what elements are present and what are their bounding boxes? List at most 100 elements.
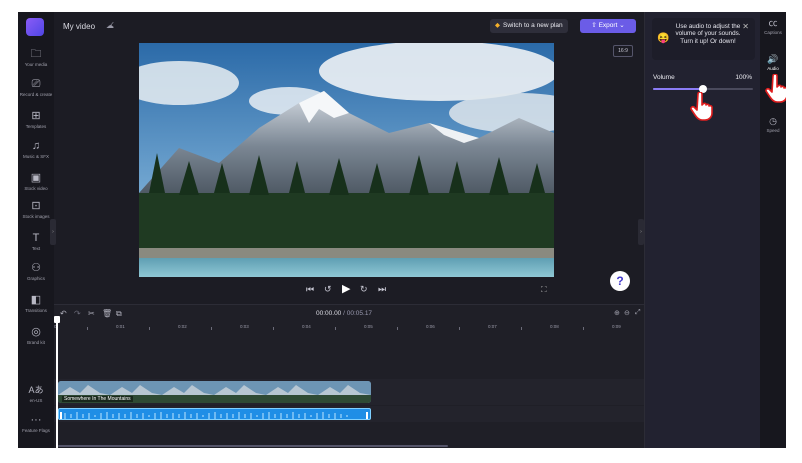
sidebar-item-record[interactable]: ⎚ Record & create — [18, 78, 54, 97]
tab-audio[interactable]: 🔊 Audio — [760, 54, 786, 71]
upload-icon: ⇧ — [591, 22, 597, 29]
skip-to-start-icon[interactable]: ⏮ — [306, 284, 314, 295]
tab-label: Speed — [766, 128, 780, 133]
ruler-tick-label: 0:05 — [364, 324, 373, 329]
music-icon: ♫ — [31, 140, 41, 152]
language-icon: Aあ — [28, 385, 44, 395]
sidebar-item-language[interactable]: Aあ en-US — [18, 384, 54, 403]
sidebar-item-graphics[interactable]: ⚇ Graphics — [18, 262, 54, 281]
templates-icon: ⊞ — [31, 110, 41, 122]
chevron-down-icon: ⌄ — [619, 22, 625, 29]
ruler-tick — [583, 327, 584, 330]
timeline: ↶ ↷ ✂ 🗑 ⧉ 00:00.00 / 00:05.17 ⊕ ⊖ ⤢ 0 0:… — [54, 304, 644, 448]
switch-plan-button[interactable]: ◆ Switch to a new plan — [490, 19, 568, 33]
sidebar-item-label: Feature Flags — [22, 428, 50, 433]
cloud-sync-off-icon: ☁̸ — [106, 21, 114, 30]
switch-plan-label: Switch to a new plan — [503, 22, 563, 29]
audio-tooltip: 😝 Use audio to adjust the volume of your… — [652, 18, 755, 60]
sidebar-item-label: en-US — [29, 398, 43, 403]
sidebar-item-label: Your media — [24, 62, 48, 67]
sidebar-item-label: Stock video — [24, 186, 48, 191]
ruler-tick-label: 0:06 — [426, 324, 435, 329]
ruler-tick — [397, 327, 398, 330]
sidebar-item-transitions[interactable]: ◧ Transitions — [18, 294, 54, 313]
stock-video-icon: ▣ — [30, 172, 42, 184]
sidebar-item-label: Templates — [25, 124, 47, 129]
ruler-tick — [459, 327, 460, 330]
audio-panel: 😝 Use audio to adjust the volume of your… — [644, 12, 760, 448]
zoom-in-icon[interactable]: ⊕ — [614, 309, 620, 317]
video-clip[interactable]: Somewhere In The Mountains — [58, 381, 371, 403]
gem-icon: ◆ — [495, 22, 500, 29]
ruler-tick — [335, 327, 336, 330]
forward-5s-icon[interactable]: ↻ — [360, 284, 368, 295]
undo-icon[interactable]: ↶ — [60, 309, 67, 318]
speed-icon: ◷ — [769, 116, 777, 126]
volume-slider[interactable] — [653, 85, 753, 93]
ruler-tick-label: 0:07 — [488, 324, 497, 329]
pointer-hand-icon — [765, 74, 786, 103]
collapse-left-panel-button[interactable]: › — [50, 219, 56, 245]
tab-speed[interactable]: ◷ Speed — [760, 116, 786, 133]
sidebar-item-text[interactable]: T Text — [18, 232, 54, 251]
app-logo-icon — [26, 18, 44, 36]
sidebar-item-label: Record & create — [19, 92, 53, 97]
tab-captions[interactable]: ㏄ Captions — [760, 18, 786, 35]
delete-icon[interactable]: 🗑 — [102, 309, 112, 318]
current-time: 00:00.00 — [316, 310, 342, 317]
editor-window: 🗀 Your media ⎚ Record & create ⊞ Templat… — [18, 12, 786, 448]
timecode: 00:00.00 / 00:05.17 — [316, 310, 373, 317]
ruler-tick — [87, 327, 88, 330]
sidebar-item-stock-video[interactable]: ▣ Stock video — [18, 172, 54, 191]
sidebar-item-label: Brand kit — [27, 340, 45, 345]
ruler-tick — [273, 327, 274, 330]
skip-to-end-icon[interactable]: ⏭ — [378, 284, 386, 295]
ruler-tick-label: 0:04 — [302, 324, 311, 329]
time-ruler[interactable]: 0 0:01 0:02 0:03 0:04 0:05 0:06 0:07 0:0… — [54, 321, 644, 335]
export-label: Export — [598, 22, 618, 29]
sidebar-item-label: Music & SFX — [22, 154, 49, 159]
split-icon[interactable]: ✂ — [88, 309, 95, 318]
project-title[interactable]: My video — [63, 22, 95, 31]
video-preview[interactable] — [139, 43, 554, 277]
top-bar: My video ☁̸ ◆ Switch to a new plan ⇧ Expo… — [54, 12, 644, 42]
rewind-5s-icon[interactable]: ↺ — [324, 284, 332, 295]
export-button[interactable]: ⇧ Export ⌄ — [580, 19, 636, 33]
fullscreen-icon[interactable]: ⛶ — [541, 285, 547, 295]
playhead-handle[interactable] — [54, 316, 60, 323]
volume-slider-fill — [653, 88, 703, 90]
volume-value: 100% — [735, 74, 752, 81]
play-icon[interactable]: ▶ — [342, 282, 350, 295]
timeline-scrollbar[interactable] — [58, 445, 448, 447]
left-sidebar: 🗀 Your media ⎚ Record & create ⊞ Templat… — [18, 12, 54, 448]
pointer-hand-icon — [690, 92, 713, 121]
sidebar-item-music[interactable]: ♫ Music & SFX — [18, 140, 54, 159]
ruler-tick-label: 0:09 — [612, 324, 621, 329]
face-emoji-icon: 😝 — [657, 33, 670, 44]
close-icon[interactable]: ✕ — [742, 22, 749, 31]
sidebar-item-templates[interactable]: ⊞ Templates — [18, 110, 54, 129]
sidebar-item-label: Text — [31, 246, 41, 251]
text-icon: T — [32, 232, 40, 244]
ruler-tick-label: 0:02 — [178, 324, 187, 329]
brand-kit-icon: ◎ — [31, 326, 41, 338]
zoom-out-icon[interactable]: ⊖ — [624, 309, 630, 317]
redo-icon[interactable]: ↷ — [74, 309, 81, 318]
volume-label: Volume — [653, 74, 675, 81]
help-button[interactable]: ? — [610, 271, 630, 291]
duplicate-icon[interactable]: ⧉ — [116, 309, 122, 319]
sidebar-item-your-media[interactable]: 🗀 Your media — [18, 48, 54, 67]
audio-waveform — [60, 412, 368, 419]
fit-timeline-icon[interactable]: ⤢ — [635, 309, 641, 317]
sidebar-item-label: Stock images — [22, 214, 50, 219]
playhead[interactable] — [54, 316, 60, 448]
graphics-icon: ⚇ — [31, 262, 41, 274]
audio-clip[interactable] — [58, 408, 371, 420]
ruler-tick — [521, 327, 522, 330]
sidebar-item-brand-kit[interactable]: ◎ Brand kit — [18, 326, 54, 345]
sidebar-item-feature-flags[interactable]: ··· Feature Flags — [18, 414, 54, 433]
sidebar-item-stock-images[interactable]: ⊡ Stock images — [18, 200, 54, 219]
more-icon: ··· — [30, 414, 42, 426]
ruler-tick-label: 0:03 — [240, 324, 249, 329]
aspect-ratio-button[interactable]: 16:9 — [613, 45, 633, 57]
